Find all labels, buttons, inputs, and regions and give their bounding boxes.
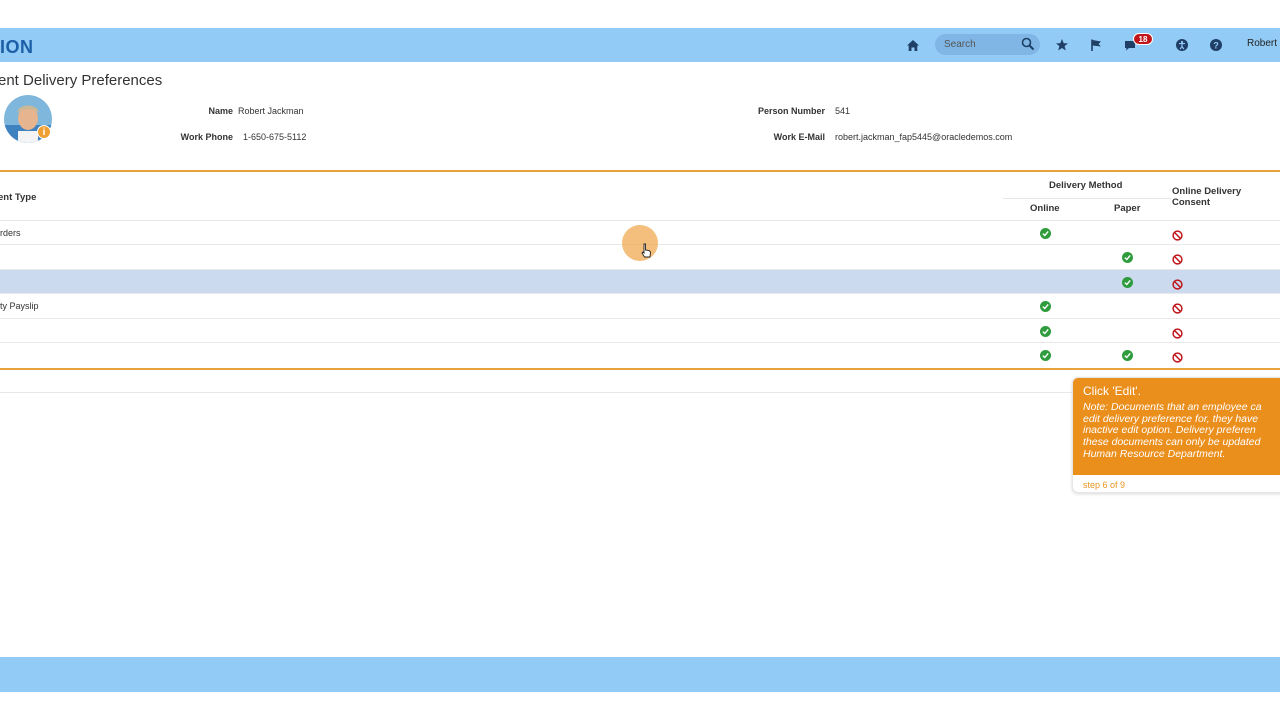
paper-check-icon bbox=[1122, 350, 1133, 361]
work-phone-label: Work Phone bbox=[180, 132, 233, 142]
search-icon[interactable] bbox=[1021, 37, 1036, 52]
search-input[interactable] bbox=[944, 37, 1024, 52]
table-top-border bbox=[0, 170, 1280, 172]
table-bottom-border bbox=[0, 368, 1280, 370]
table-row[interactable] bbox=[0, 342, 1280, 367]
column-header-delivery-method: Delivery Method bbox=[1049, 180, 1123, 191]
table-row[interactable]: ty Payslip bbox=[0, 293, 1280, 318]
page-title: ent Delivery Preferences bbox=[0, 72, 163, 89]
page: ION 18 ? Robert J ent Delivery Pre bbox=[0, 0, 1280, 720]
consent-denied-icon bbox=[1172, 350, 1183, 363]
online-check-icon bbox=[1040, 350, 1051, 361]
document-type-cell: rders bbox=[0, 228, 21, 238]
header-divider bbox=[1003, 198, 1171, 199]
search-box bbox=[935, 34, 1040, 55]
top-bar: ION 18 ? Robert J bbox=[0, 28, 1280, 62]
paper-check-icon bbox=[1122, 252, 1133, 264]
flag-icon[interactable] bbox=[1087, 36, 1105, 54]
online-check-icon bbox=[1040, 325, 1051, 337]
person-number-value: 541 bbox=[835, 106, 851, 116]
column-header-document-type[interactable]: ent Type bbox=[0, 192, 36, 203]
tooltip-body: Click 'Edit'. Note: Documents that an em… bbox=[1073, 378, 1280, 475]
table-row[interactable] bbox=[0, 317, 1280, 343]
home-icon[interactable] bbox=[904, 36, 922, 54]
name-value: Robert Jackman bbox=[238, 106, 304, 116]
column-header-online[interactable]: Online bbox=[1030, 203, 1060, 214]
consent-denied-icon bbox=[1172, 277, 1183, 290]
consent-denied-icon bbox=[1172, 252, 1183, 266]
person-number-label: Person Number bbox=[757, 106, 825, 116]
star-icon[interactable] bbox=[1053, 36, 1071, 54]
work-phone-value: 1-650-675-5112 bbox=[243, 132, 307, 142]
notification-count-badge: 18 bbox=[1133, 33, 1153, 45]
document-type-cell: ty Payslip bbox=[0, 301, 39, 312]
tooltip-note: Note: Documents that an employee ca edit… bbox=[1083, 401, 1262, 460]
accessibility-icon[interactable] bbox=[1173, 36, 1191, 54]
consent-denied-icon bbox=[1172, 228, 1183, 241]
footer-bar bbox=[0, 657, 1280, 692]
online-check-icon bbox=[1040, 228, 1051, 239]
brand-logo[interactable]: ION bbox=[0, 37, 34, 58]
info-icon[interactable]: i bbox=[37, 125, 51, 139]
paper-check-icon bbox=[1122, 276, 1133, 288]
work-email-label: Work E-Mail bbox=[773, 132, 825, 142]
online-check-icon bbox=[1040, 301, 1051, 313]
svg-text:?: ? bbox=[1213, 41, 1219, 51]
tooltip-title: Click 'Edit'. bbox=[1083, 384, 1141, 398]
consent-denied-icon bbox=[1172, 326, 1183, 339]
tooltip-step-counter: step 6 of 9 bbox=[1083, 480, 1126, 490]
hand-cursor-icon bbox=[640, 243, 652, 264]
name-label: Name bbox=[208, 106, 233, 116]
column-header-paper[interactable]: Paper bbox=[1114, 203, 1140, 214]
table-row[interactable] bbox=[0, 268, 1280, 294]
consent-denied-icon bbox=[1172, 301, 1183, 314]
column-header-consent-line1[interactable]: Online Delivery bbox=[1172, 186, 1241, 197]
user-menu[interactable]: Robert J bbox=[1247, 38, 1280, 49]
help-icon[interactable]: ? bbox=[1207, 36, 1225, 54]
column-header-consent-line2[interactable]: Consent bbox=[1172, 197, 1210, 208]
guidance-tooltip: Click 'Edit'. Note: Documents that an em… bbox=[1072, 377, 1280, 493]
work-email-value: robert.jackman_fap5445@oracledemos.com bbox=[835, 132, 1013, 142]
